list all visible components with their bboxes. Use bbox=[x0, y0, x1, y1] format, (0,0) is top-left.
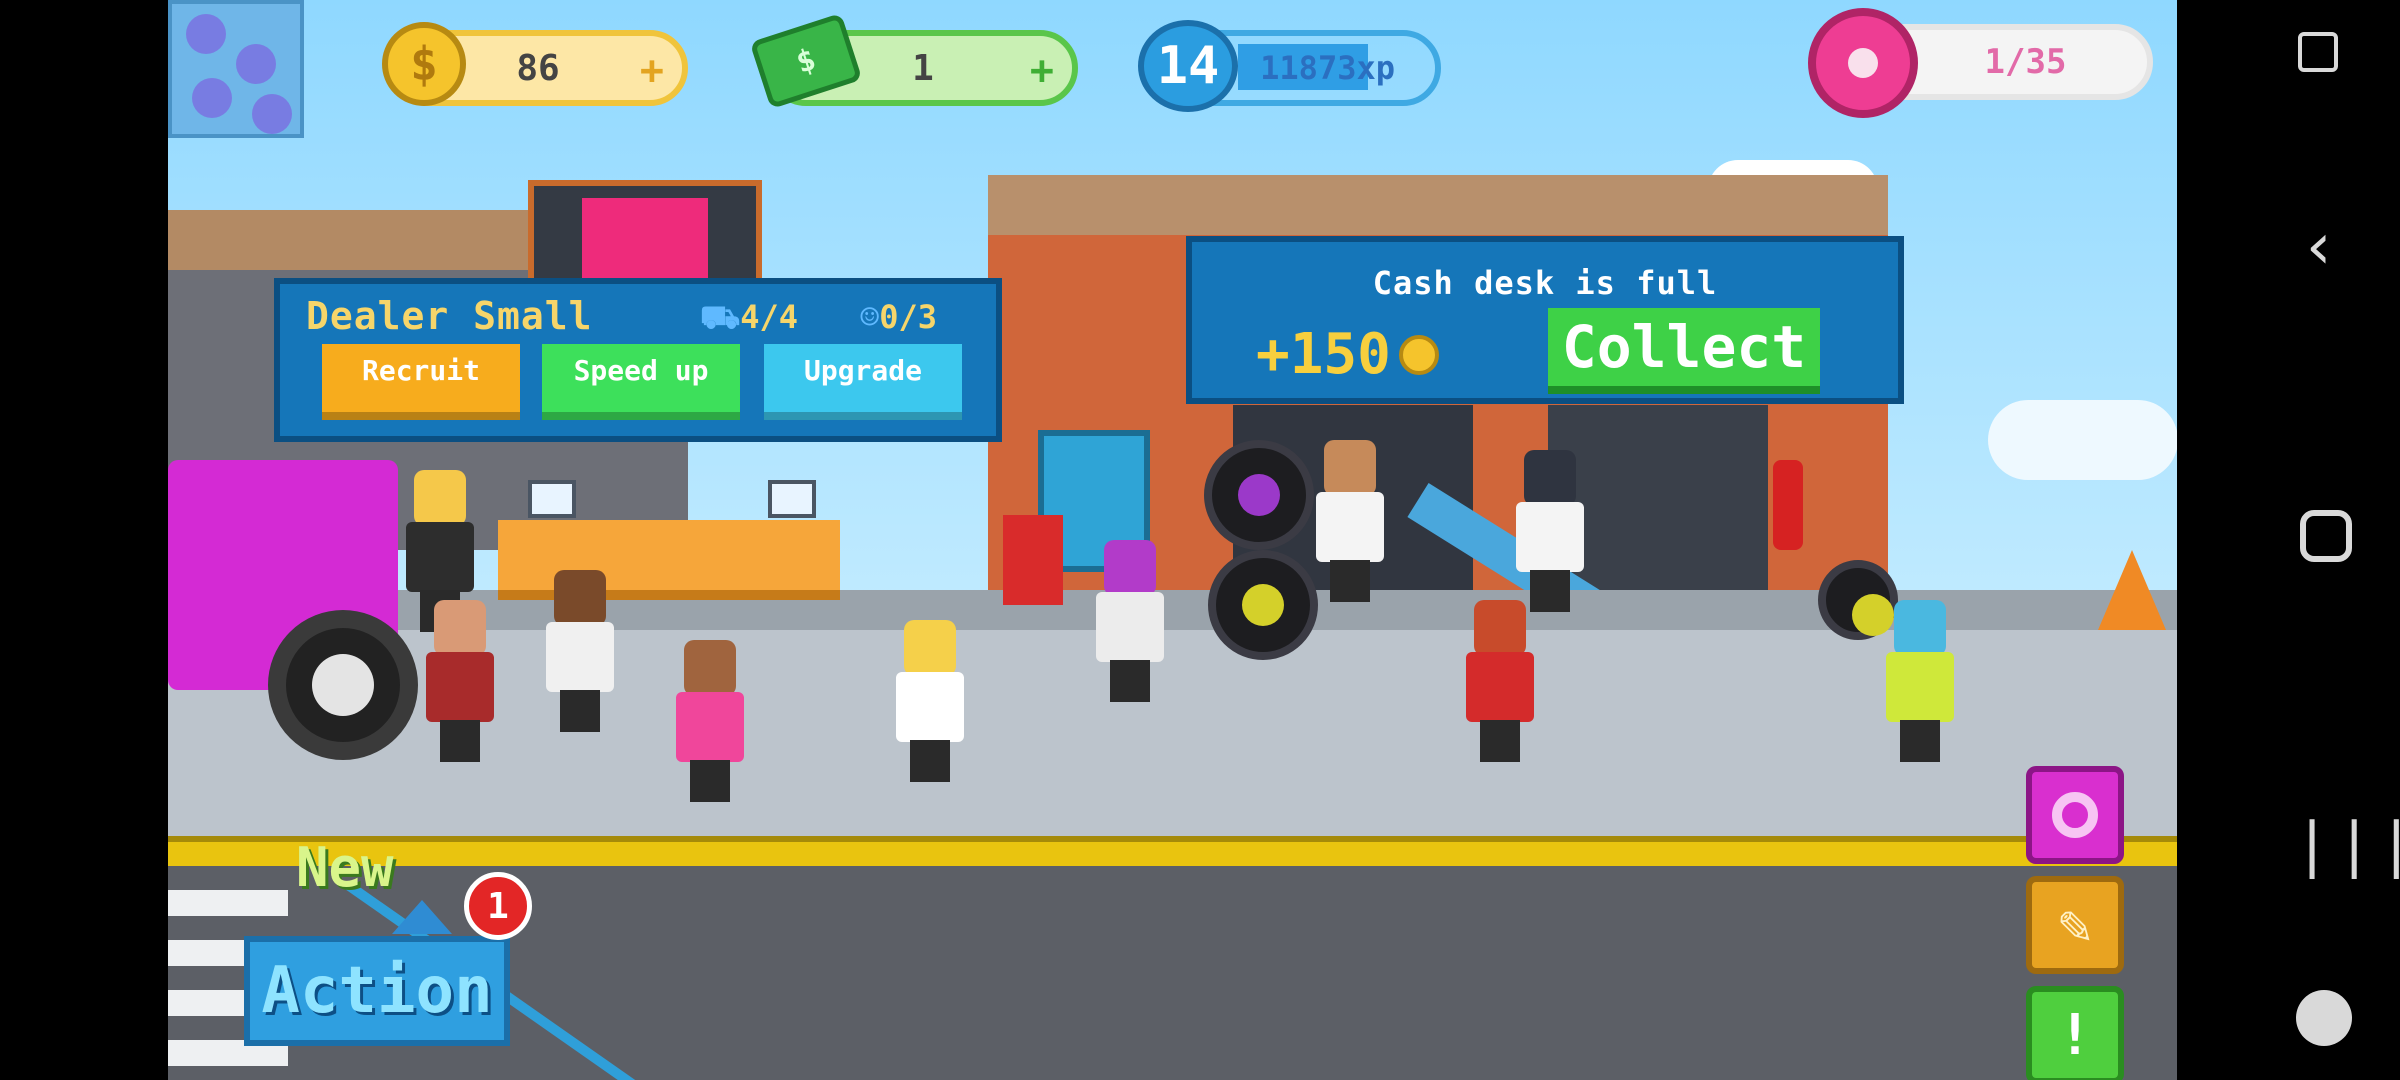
tire-stack bbox=[1204, 440, 1314, 550]
character-customer[interactable] bbox=[538, 570, 622, 740]
notification-badge: 1 bbox=[464, 872, 532, 940]
cash-value: 1 bbox=[912, 47, 934, 89]
arrow-up-icon bbox=[392, 900, 452, 934]
character-customer[interactable] bbox=[1458, 600, 1542, 780]
coin-icon: $ bbox=[382, 22, 466, 106]
player-avatar[interactable] bbox=[168, 0, 304, 138]
staff-icon: ☺ bbox=[860, 298, 880, 336]
character-customer[interactable] bbox=[668, 640, 752, 820]
collect-button[interactable]: Collect bbox=[1548, 308, 1820, 394]
donuts-value: 1/35 bbox=[1984, 42, 2067, 82]
level-value: 14 bbox=[1156, 36, 1220, 96]
computer-monitor bbox=[528, 480, 576, 518]
alert-button[interactable]: ! bbox=[2026, 986, 2124, 1080]
staff-capacity: ☺0/3 bbox=[860, 298, 937, 336]
character-mechanic[interactable] bbox=[1308, 440, 1392, 620]
cash-desk-status: Cash desk is full bbox=[1372, 264, 1718, 302]
screen-pin-icon[interactable] bbox=[2298, 32, 2338, 72]
character-customer[interactable] bbox=[1878, 600, 1962, 780]
cash-desk-amount: +150 bbox=[1256, 322, 1439, 387]
car-icon: ⛟ bbox=[700, 298, 741, 336]
red-machine bbox=[1003, 515, 1063, 605]
computer-monitor bbox=[768, 480, 816, 518]
home-icon[interactable] bbox=[2300, 510, 2352, 562]
sales-desk bbox=[650, 520, 840, 600]
recruit-button[interactable]: Recruit bbox=[322, 344, 520, 420]
donut-icon bbox=[2052, 792, 2098, 838]
character-customer[interactable] bbox=[1088, 540, 1172, 720]
left-screen-border bbox=[0, 0, 168, 1080]
character-customer[interactable] bbox=[888, 620, 972, 800]
system-nav-bar bbox=[2177, 0, 2400, 1080]
donut-menu-button[interactable] bbox=[2026, 766, 2124, 864]
coin-icon bbox=[1398, 334, 1439, 375]
level-star-icon: 14 bbox=[1138, 20, 1238, 112]
dealer-panel[interactable]: Dealer Small ⛟4/4 ☺0/3 Recruit Speed up … bbox=[274, 278, 1002, 442]
wrench-button[interactable]: ✎ bbox=[2026, 876, 2124, 974]
wrench-icon: ✎ bbox=[2058, 892, 2092, 958]
upgrade-button[interactable]: Upgrade bbox=[764, 344, 962, 420]
cloud bbox=[1988, 400, 2177, 480]
jeep-wheel bbox=[268, 610, 418, 760]
dealer-title: Dealer Small bbox=[306, 294, 593, 338]
traffic-cone bbox=[2098, 550, 2166, 630]
new-label: New bbox=[296, 836, 394, 899]
game-viewport[interactable]: 86 + $ 1 + $ 11873xp 14 1/35 Dealer Smal… bbox=[168, 0, 2177, 1080]
car-capacity: ⛟4/4 bbox=[700, 298, 798, 340]
add-coins-button[interactable]: + bbox=[640, 48, 664, 94]
crosswalk-stripe bbox=[168, 890, 288, 916]
game-controller-icon[interactable] bbox=[2296, 990, 2352, 1046]
staff-capacity-value: 0/3 bbox=[879, 298, 938, 336]
cash-desk-panel[interactable]: Cash desk is full +150 Collect bbox=[1186, 236, 1904, 404]
xp-value: 11873xp bbox=[1260, 49, 1395, 87]
action-button[interactable]: Action bbox=[244, 936, 510, 1046]
cash-amount-value: +150 bbox=[1256, 322, 1391, 387]
fire-extinguisher bbox=[1773, 460, 1803, 550]
alert-icon: ! bbox=[2058, 1002, 2092, 1068]
donut-icon bbox=[1808, 8, 1918, 118]
add-cash-button[interactable]: + bbox=[1030, 48, 1054, 94]
coins-value: 86 bbox=[516, 47, 560, 89]
speed-up-button[interactable]: Speed up bbox=[542, 344, 740, 420]
back-icon[interactable]: ‹ bbox=[2300, 210, 2339, 284]
recents-icon[interactable]: ||| bbox=[2294, 810, 2400, 880]
tire-stack bbox=[1208, 550, 1318, 660]
car-capacity-value: 4/4 bbox=[740, 298, 799, 336]
character-customer[interactable] bbox=[418, 600, 502, 770]
